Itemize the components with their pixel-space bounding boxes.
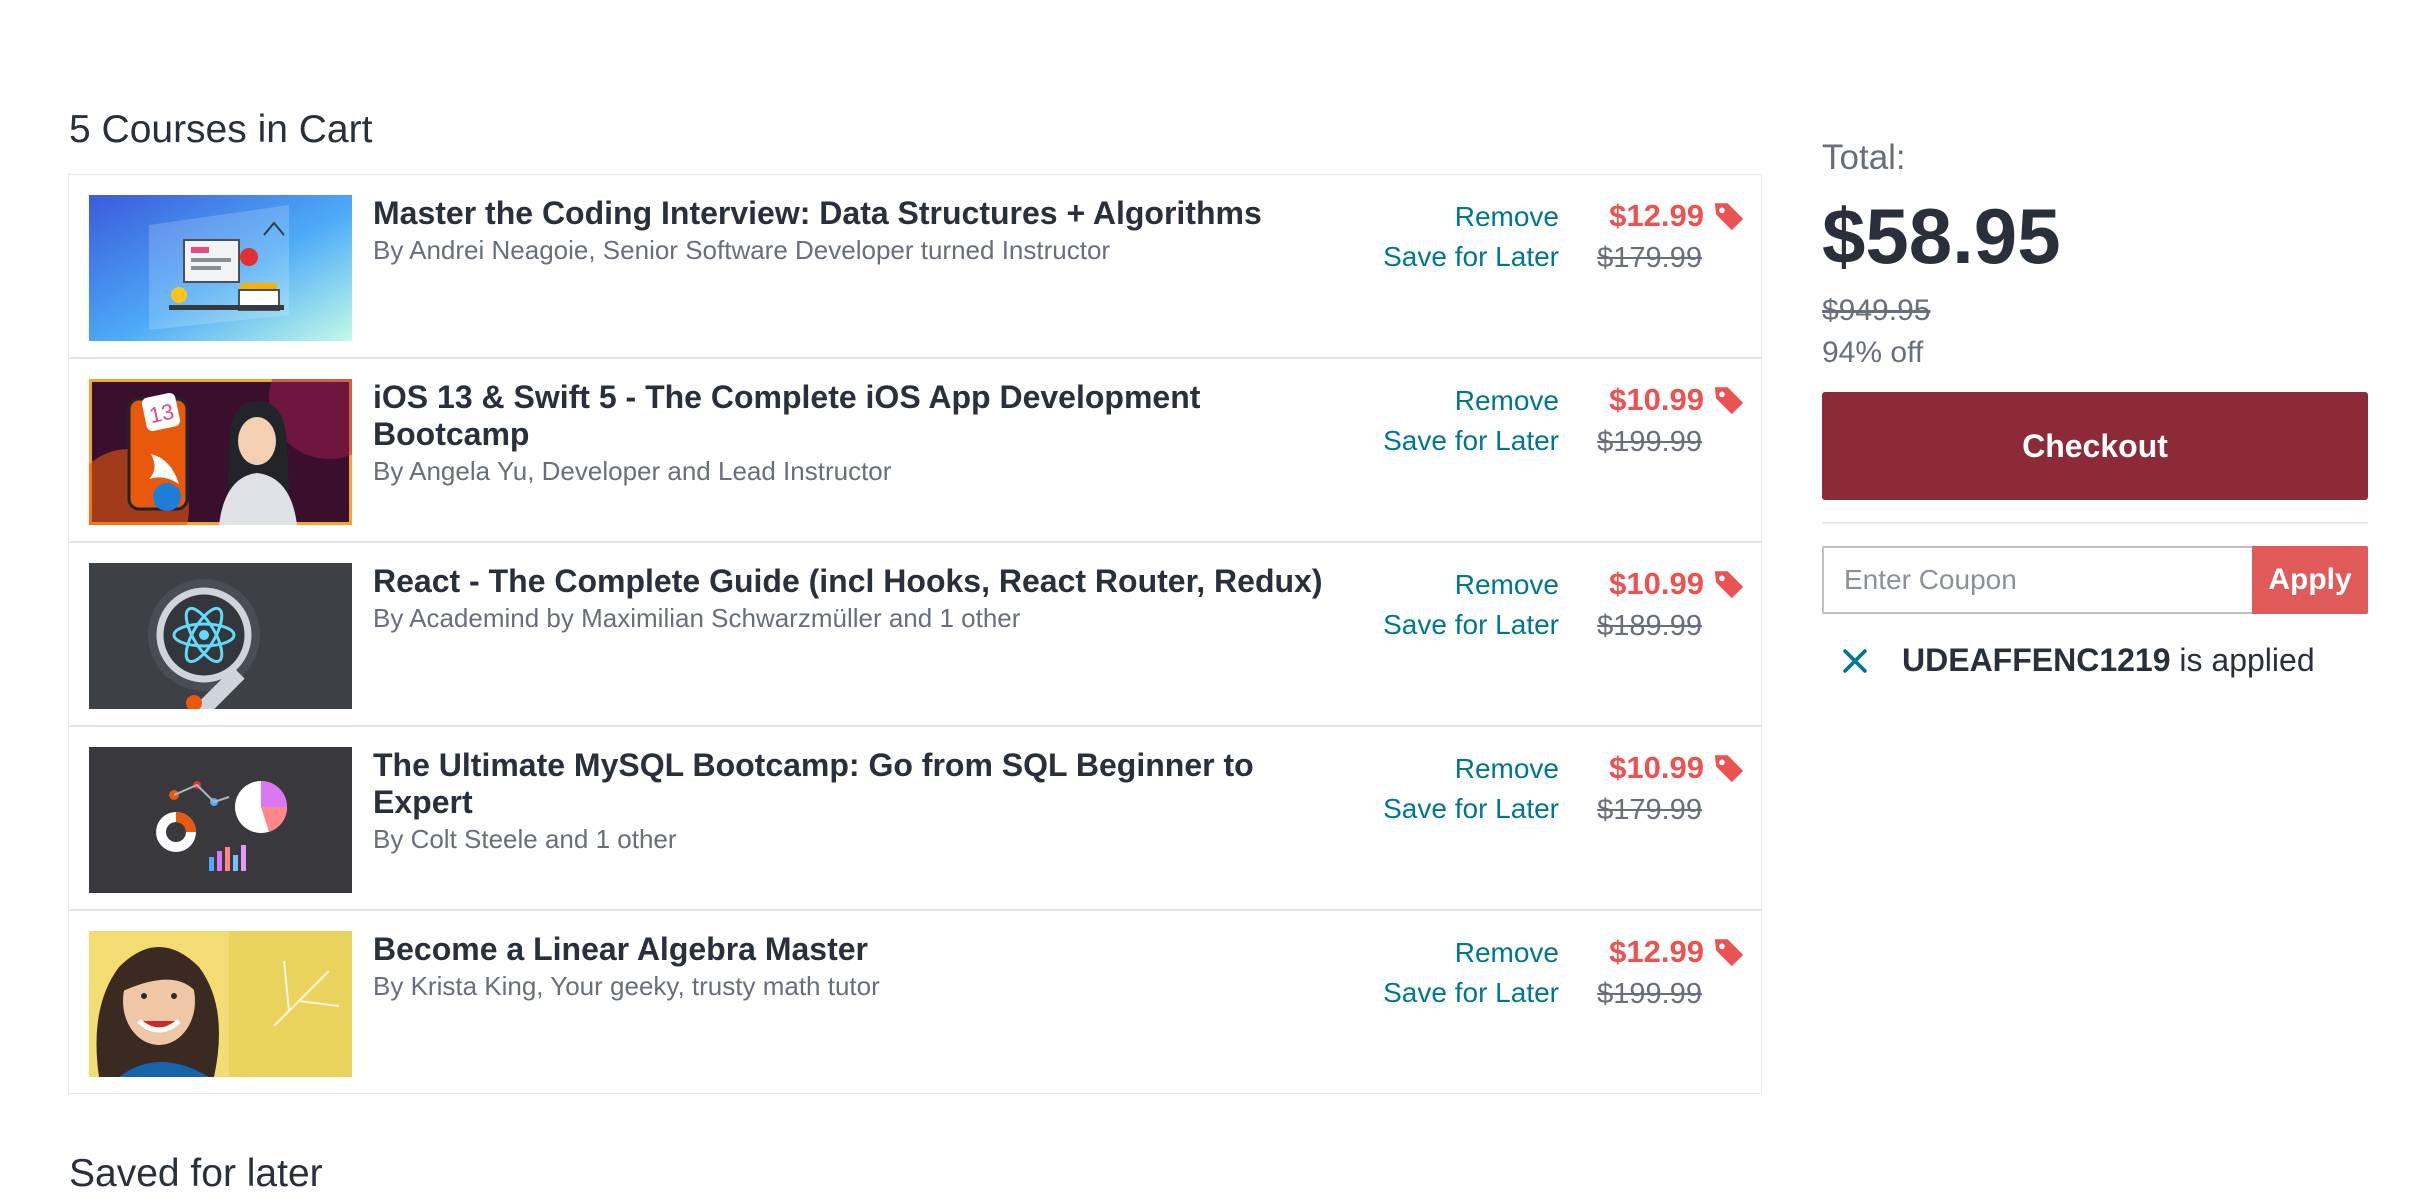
course-title[interactable]: Master the Coding Interview: Data Struct… xyxy=(373,195,1353,232)
cart-item: React - The Complete Guide (incl Hooks, … xyxy=(69,543,1761,727)
original-price: $179.99 xyxy=(1597,242,1702,274)
coupon-form: Apply xyxy=(1822,546,2368,614)
current-price: $10.99 xyxy=(1609,566,1704,601)
apply-coupon-button[interactable]: Apply xyxy=(2252,546,2368,614)
total-label: Total: xyxy=(1822,138,1906,177)
course-title[interactable]: The Ultimate MySQL Bootcamp: Go from SQL… xyxy=(373,747,1353,821)
course-thumbnail[interactable] xyxy=(89,931,352,1077)
original-total: $949.95 xyxy=(1822,294,1931,327)
course-thumbnail[interactable]: 13 xyxy=(89,379,352,525)
price-tag-icon xyxy=(1714,387,1744,415)
course-title[interactable]: React - The Complete Guide (incl Hooks, … xyxy=(373,563,1353,600)
coupon-code: UDEAFFENC1219 xyxy=(1902,642,2171,678)
checkout-button[interactable]: Checkout xyxy=(1822,392,2368,500)
cart-item: The Ultimate MySQL Bootcamp: Go from SQL… xyxy=(69,727,1761,911)
course-title[interactable]: iOS 13 & Swift 5 - The Complete iOS App … xyxy=(373,379,1353,453)
original-price: $199.99 xyxy=(1597,978,1702,1010)
course-thumbnail[interactable] xyxy=(89,195,352,341)
cart-item: Become a Linear Algebra Master By Krista… xyxy=(69,911,1761,1093)
remove-button[interactable]: Remove xyxy=(1319,749,1559,789)
price-tag-icon xyxy=(1714,755,1744,783)
total-price: $58.95 xyxy=(1822,192,2061,280)
original-price: $199.99 xyxy=(1597,426,1702,458)
svg-text:13: 13 xyxy=(147,399,176,429)
save-for-later-button[interactable]: Save for Later xyxy=(1319,973,1559,1013)
price-tag-icon xyxy=(1714,203,1744,231)
save-for-later-button[interactable]: Save for Later xyxy=(1319,237,1559,277)
current-price: $12.99 xyxy=(1609,198,1704,233)
applied-coupon: UDEAFFENC1219 is applied xyxy=(1822,642,2368,679)
course-author: By Academind by Maximilian Schwarzmüller… xyxy=(373,603,1021,633)
course-title[interactable]: Become a Linear Algebra Master xyxy=(373,931,1353,968)
cart-list: Master the Coding Interview: Data Struct… xyxy=(68,174,1762,1094)
original-price: $189.99 xyxy=(1597,610,1702,642)
current-price: $10.99 xyxy=(1609,382,1704,417)
course-author: By Andrei Neagoie, Senior Software Devel… xyxy=(373,235,1111,265)
checkout-summary: Total: $58.95 $949.95 94% off Checkout A… xyxy=(1822,130,2368,679)
close-icon[interactable] xyxy=(1838,644,1872,678)
save-for-later-button[interactable]: Save for Later xyxy=(1319,789,1559,829)
cart-heading: 5 Courses in Cart xyxy=(69,108,373,151)
remove-button[interactable]: Remove xyxy=(1319,933,1559,973)
price-tag-icon xyxy=(1714,571,1744,599)
cart-item: Master the Coding Interview: Data Struct… xyxy=(69,175,1761,359)
cart-item: 13 iOS 13 & Swift 5 - The Complete iOS A… xyxy=(69,359,1761,543)
coupon-input[interactable] xyxy=(1822,546,2252,614)
course-thumbnail[interactable] xyxy=(89,747,352,893)
current-price: $12.99 xyxy=(1609,934,1704,969)
original-price: $179.99 xyxy=(1597,794,1702,826)
divider xyxy=(1822,522,2368,524)
remove-button[interactable]: Remove xyxy=(1319,381,1559,421)
course-thumbnail[interactable] xyxy=(89,563,352,709)
remove-button[interactable]: Remove xyxy=(1319,197,1559,237)
remove-button[interactable]: Remove xyxy=(1319,565,1559,605)
price-tag-icon xyxy=(1714,939,1744,967)
saved-for-later-heading: Saved for later xyxy=(69,1152,323,1195)
course-author: By Colt Steele and 1 other xyxy=(373,824,677,854)
course-author: By Angela Yu, Developer and Lead Instruc… xyxy=(373,456,892,486)
discount-percent: 94% off xyxy=(1822,336,1924,369)
save-for-later-button[interactable]: Save for Later xyxy=(1319,605,1559,645)
coupon-status: is applied xyxy=(2170,642,2315,678)
course-author: By Krista King, Your geeky, trusty math … xyxy=(373,971,880,1001)
current-price: $10.99 xyxy=(1609,750,1704,785)
save-for-later-button[interactable]: Save for Later xyxy=(1319,421,1559,461)
